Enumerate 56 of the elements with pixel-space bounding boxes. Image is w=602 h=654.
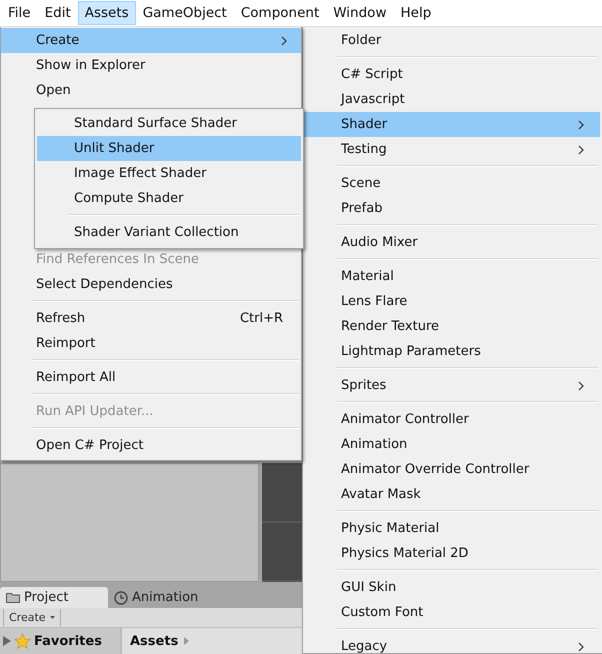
create-dropdown[interactable]: Create <box>3 609 61 626</box>
menu-item[interactable]: Physics Material 2D <box>303 541 600 566</box>
menu-bar-item[interactable]: Edit <box>38 1 78 25</box>
menu-item[interactable]: C# Script <box>303 62 600 87</box>
menu-item[interactable]: Sprites <box>303 373 600 398</box>
menu-item[interactable]: Testing <box>303 137 600 162</box>
panel-tab[interactable]: Animation <box>108 587 204 608</box>
menu-item[interactable]: Animator Controller <box>303 407 600 432</box>
menu-item[interactable]: Compute Shader <box>37 186 301 211</box>
menu-item[interactable]: Reimport <box>1 331 301 356</box>
menu-item[interactable]: Image Effect Shader <box>37 161 301 186</box>
menu-item[interactable]: Open <box>1 78 301 103</box>
clock-icon <box>114 590 128 604</box>
menu-item[interactable]: GUI Skin <box>303 575 600 600</box>
menu-item[interactable]: Legacy <box>303 634 600 654</box>
folder-icon <box>6 592 20 603</box>
caret-icon <box>50 616 55 619</box>
menu-item[interactable]: Scene <box>303 171 600 196</box>
menu-bar-item[interactable]: GameObject <box>136 1 234 25</box>
menu-item[interactable]: Create <box>1 28 301 53</box>
menu-bar-item[interactable]: Component <box>234 1 326 25</box>
expand-triangle-icon[interactable] <box>3 636 11 646</box>
star-icon <box>14 633 31 649</box>
favorites-label: Favorites <box>34 634 102 648</box>
shortcut-text: Ctrl+R <box>240 311 283 326</box>
menu-bar-item[interactable]: Window <box>326 1 394 25</box>
menu-item[interactable]: Lightmap Parameters <box>303 339 600 364</box>
menu-item[interactable]: Select Dependencies <box>1 272 301 297</box>
menu-item[interactable]: Prefab <box>303 196 600 221</box>
menu-item[interactable]: Shader Variant Collection <box>37 220 301 245</box>
breadcrumb-item[interactable]: Assets <box>130 634 178 648</box>
panel-tab[interactable]: Project <box>0 587 108 608</box>
menu-item[interactable]: Animator Override Controller <box>303 457 600 482</box>
menu-item[interactable]: Refresh Ctrl+R <box>1 306 301 331</box>
menu-item[interactable]: Javascript <box>303 87 600 112</box>
menu-item[interactable]: Folder <box>303 28 600 53</box>
menu-item[interactable]: Physic Material <box>303 516 600 541</box>
tab-label: Project <box>24 590 68 605</box>
menu-bar-item[interactable]: Help <box>393 1 438 25</box>
menu-item[interactable]: Avatar Mask <box>303 482 600 507</box>
menu-item[interactable]: Render Texture <box>303 314 600 339</box>
menu-item[interactable]: Animation <box>303 432 600 457</box>
menu-bar-item[interactable]: Assets <box>78 1 136 25</box>
menu-item[interactable]: Unlit Shader <box>37 136 301 161</box>
menu-item[interactable]: Lens Flare <box>303 289 600 314</box>
menu-item[interactable]: Custom Font <box>303 600 600 625</box>
menu-item[interactable]: Material <box>303 264 600 289</box>
menu-item[interactable]: Shader <box>303 112 600 137</box>
menu-item[interactable]: Reimport All <box>1 365 301 390</box>
menu-item[interactable]: Open C# Project <box>1 433 301 458</box>
menu-bar-item[interactable]: File <box>1 1 38 25</box>
menu-item[interactable]: Standard Surface Shader <box>37 111 301 136</box>
menu-item[interactable]: Show in Explorer <box>1 53 301 78</box>
tab-label: Animation <box>132 590 198 605</box>
breadcrumb-arrow-icon <box>184 637 190 645</box>
menu-item[interactable]: Audio Mixer <box>303 230 600 255</box>
